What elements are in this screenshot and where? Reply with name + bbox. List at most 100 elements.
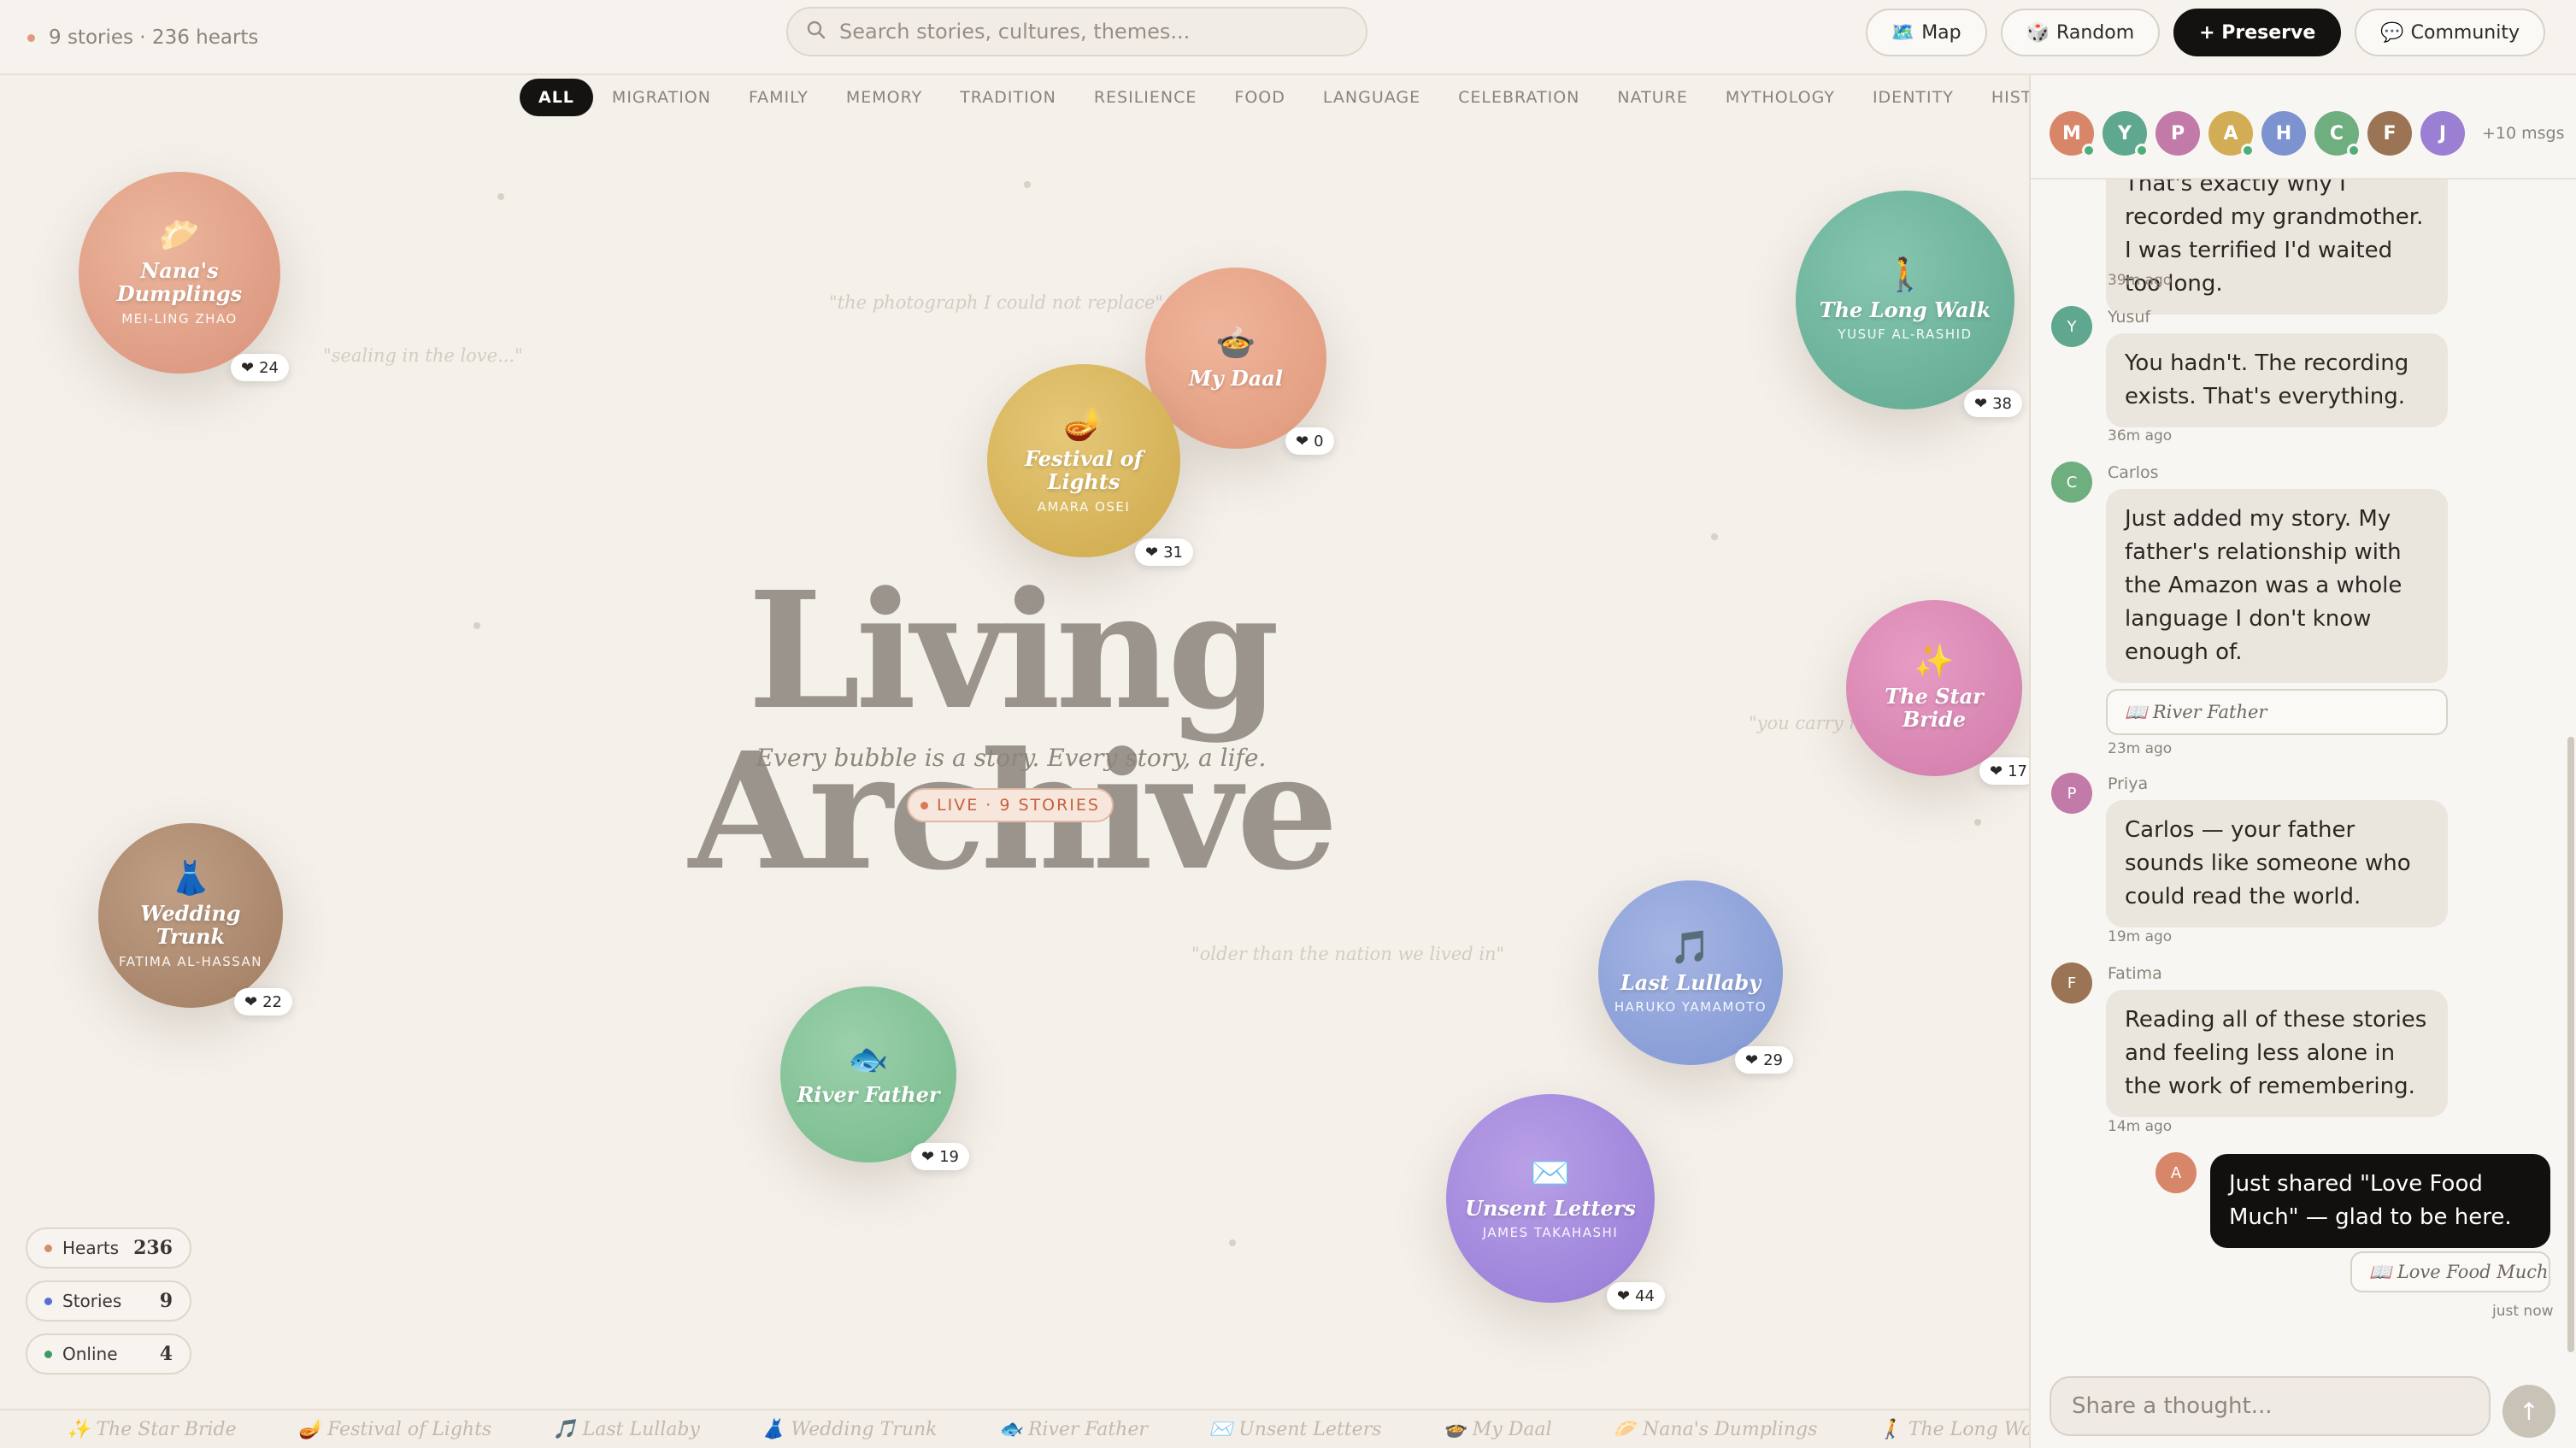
heart-count-badge: ❤ 44 [1607, 1282, 1665, 1310]
message-bubble: Just added my story. My father's relatio… [2106, 489, 2448, 683]
ticker-item[interactable]: 🥟 Nana's Dumplings [1614, 1419, 1818, 1440]
chat-scrollbar[interactable] [2567, 737, 2574, 1352]
search-bar[interactable] [786, 7, 1367, 56]
map-button[interactable]: 🗺️ Map [1865, 9, 1987, 56]
search-input[interactable] [839, 20, 1318, 44]
heart-count-badge: ❤ 0 [1285, 427, 1334, 455]
heart-count-badge: ❤ 24 [231, 354, 289, 381]
fish-icon: 🐟 [848, 1039, 889, 1078]
status-dot-icon [27, 33, 35, 42]
ticker-item[interactable]: 👗 Wedding Trunk [762, 1419, 938, 1440]
story-bubble[interactable]: 🐟 River Father [780, 986, 956, 1163]
message-bubble: You hadn't. The recording exists. That's… [2106, 333, 2448, 427]
story-bubble[interactable]: ✉️ Unsent Letters JAMES TAKAHASHI [1446, 1094, 1655, 1303]
stories-stat: Stories 9 [26, 1280, 191, 1321]
message-author: Carlos [2108, 463, 2159, 482]
story-bubble[interactable]: 🍲 My Daal [1145, 268, 1326, 449]
story-bubble[interactable]: ✨ The Star Bride [1846, 600, 2022, 776]
heart-icon: ❤ [1990, 762, 2003, 780]
avatar[interactable]: M [2050, 111, 2096, 157]
message-author: Yusuf [2108, 308, 2151, 327]
heart-count-badge: ❤ 31 [1135, 539, 1193, 566]
decorative-dot [1974, 819, 1981, 826]
stories-dot-icon [44, 1297, 52, 1305]
decorative-dot [1229, 1239, 1236, 1246]
avatar[interactable]: P [2155, 111, 2200, 156]
ticker-item[interactable]: 🐟 River Father [998, 1419, 1147, 1440]
message-time: 36m ago [2108, 427, 2173, 444]
avatar: F [2051, 962, 2092, 1004]
walking-person-icon: 🚶 [1885, 255, 1926, 293]
story-title: Nana's Dumplings [116, 258, 243, 306]
community-button[interactable]: 💬 Community [2355, 9, 2545, 56]
live-dot-icon [920, 801, 929, 809]
story-title: Festival of Lights [1024, 446, 1143, 494]
story-link[interactable]: 📖 Love Food Much [2350, 1251, 2550, 1292]
dice-icon: 🎲 [2026, 21, 2050, 44]
heart-count-badge: ❤ 22 [234, 988, 292, 1015]
message-bubble: Carlos — your father sounds like someone… [2106, 800, 2448, 927]
live-status-badge: LIVE · 9 STORIES [907, 788, 1114, 822]
thought-input[interactable] [2072, 1393, 2465, 1419]
message-bubble: That's exactly why I recorded my grandmo… [2106, 180, 2448, 315]
message-compose[interactable] [2050, 1376, 2491, 1436]
story-title: The Long Walk [1819, 297, 1991, 322]
search-icon [807, 21, 826, 43]
online-indicator [2241, 144, 2255, 157]
hearts-dot-icon [44, 1244, 52, 1252]
story-bubble[interactable]: 🪔 Festival of Lights AMARA OSEI [987, 364, 1180, 557]
ticker-item[interactable]: 🚶 The Long Walk [1879, 1419, 2029, 1440]
avatar[interactable]: C [2314, 111, 2361, 157]
heart-icon: ❤ [921, 1147, 935, 1166]
page-subtitle: Every bubble is a story. Every story, a … [756, 744, 1267, 772]
avatar[interactable]: J [2420, 111, 2465, 156]
story-link[interactable]: 📖 River Father [2106, 689, 2448, 735]
message-bubble: Reading all of these stories and feeling… [2106, 990, 2448, 1117]
online-dot-icon [44, 1350, 52, 1358]
heart-icon: ❤ [1296, 432, 1309, 450]
top-actions: 🗺️ Map 🎲 Random + Preserve 💬 Community [1865, 9, 2545, 56]
online-indicator [2135, 144, 2149, 157]
message-author: Fatima [2108, 964, 2162, 983]
story-bubble[interactable]: 🚶 The Long Walk YUSUF AL-RASHID [1796, 191, 2014, 409]
avatar[interactable]: A [2208, 111, 2255, 157]
random-button[interactable]: 🎲 Random [2000, 9, 2161, 56]
story-bubble[interactable]: 🥟 Nana's Dumplings MEI-LING ZHAO [79, 172, 280, 374]
message-time: 14m ago [2108, 1118, 2173, 1135]
story-author: YUSUF AL-RASHID [1838, 327, 1973, 343]
envelope-icon: ✉️ [1530, 1153, 1571, 1192]
avatar[interactable]: F [2367, 111, 2412, 156]
story-ticker: ✨ The Star Bride 🪔 Festival of Lights 🎵 … [0, 1409, 2029, 1448]
decorative-dot [1711, 533, 1718, 540]
my-message-bubble: Just shared "Love Food Much" — glad to b… [2210, 1154, 2550, 1248]
message-author: Priya [2108, 774, 2149, 793]
ticker-item[interactable]: ✨ The Star Bride [67, 1419, 237, 1440]
heart-icon: ❤ [241, 358, 255, 377]
story-author: FATIMA AL-HASSAN [118, 953, 263, 969]
avatar[interactable]: H [2261, 111, 2306, 156]
send-button[interactable]: ↑ [2502, 1385, 2555, 1438]
story-bubble[interactable]: 🎵 Last Lullaby HARUKO YAMAMOTO [1598, 880, 1783, 1065]
map-icon: 🗺️ [1891, 21, 1915, 44]
floating-quote: "the photograph I could not replace" [829, 292, 1164, 313]
avatar[interactable]: Y [2103, 111, 2149, 157]
story-canvas: "the photograph I could not replace" "se… [0, 75, 2029, 1409]
story-author: HARUKO YAMAMOTO [1614, 999, 1767, 1015]
story-bubble[interactable]: 👗 Wedding Trunk FATIMA AL-HASSAN [98, 823, 283, 1008]
avatar: Y [2051, 306, 2092, 347]
preserve-button[interactable]: + Preserve [2173, 9, 2342, 56]
bowl-icon: 🍲 [1215, 323, 1256, 362]
decorative-dot [473, 622, 480, 629]
floating-quote: "older than the nation we lived in" [1191, 944, 1505, 964]
ticker-item[interactable]: 🍲 My Daal [1443, 1419, 1551, 1440]
story-title: Wedding Trunk [140, 901, 241, 949]
message-time: just now [2492, 1303, 2554, 1320]
ticker-item[interactable]: 🎵 Last Lullaby [553, 1419, 700, 1440]
heart-count-badge: ❤ 19 [911, 1143, 969, 1170]
ticker-item[interactable]: 🪔 Festival of Lights [298, 1419, 492, 1440]
heart-icon: ❤ [1617, 1286, 1631, 1305]
ticker-item[interactable]: ✉️ Unsent Letters [1209, 1419, 1382, 1440]
arrow-up-icon: ↑ [2519, 1397, 2539, 1426]
heart-count-badge: ❤ 38 [1964, 390, 2022, 417]
story-title: Unsent Letters [1465, 1195, 1636, 1221]
